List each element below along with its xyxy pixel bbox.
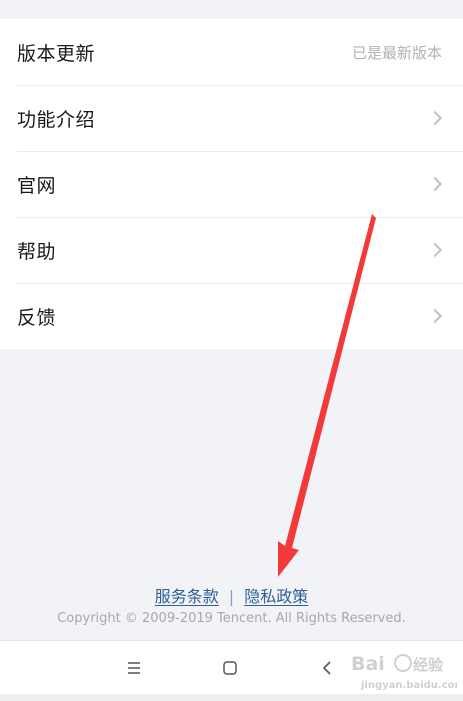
bottom-edge-strip bbox=[0, 694, 463, 701]
chevron-right-icon bbox=[427, 176, 443, 192]
svg-text:Bai: Bai bbox=[351, 653, 385, 675]
top-gap bbox=[0, 0, 463, 19]
copyright-text: Copyright © 2009-2019 Tencent. All Right… bbox=[57, 611, 406, 626]
menu-item-help[interactable]: 帮助 bbox=[0, 217, 463, 283]
svg-text:经验: 经验 bbox=[413, 656, 444, 674]
menu-item-features[interactable]: 功能介绍 bbox=[0, 85, 463, 151]
home-icon[interactable] bbox=[221, 659, 239, 677]
menu-item-label: 官网 bbox=[17, 174, 57, 197]
menu-icon[interactable] bbox=[125, 659, 143, 677]
settings-menu: 版本更新 已是最新版本 功能介绍 官网 帮助 反馈 bbox=[0, 19, 463, 349]
menu-item-label: 功能介绍 bbox=[17, 108, 96, 131]
chevron-right-icon bbox=[427, 110, 443, 126]
menu-item-version-update[interactable]: 版本更新 已是最新版本 bbox=[0, 19, 463, 85]
menu-item-label: 帮助 bbox=[17, 240, 57, 263]
footer-links: 服务条款 | 隐私政策 bbox=[0, 583, 463, 607]
chevron-right-icon bbox=[427, 308, 443, 324]
svg-text:jingyan.baidu.com: jingyan.baidu.com bbox=[360, 680, 457, 691]
menu-item-feedback[interactable]: 反馈 bbox=[0, 283, 463, 349]
watermark-graphic: Bai 经验 jingyan.baidu.com bbox=[351, 653, 463, 691]
menu-item-website[interactable]: 官网 bbox=[0, 151, 463, 217]
version-status-text: 已是最新版本 bbox=[351, 43, 442, 62]
link-separator: | bbox=[228, 587, 235, 606]
watermark-logo: Bai 经验 jingyan.baidu.com bbox=[347, 648, 463, 694]
menu-item-label: 反馈 bbox=[17, 306, 57, 329]
terms-of-service-link[interactable]: 服务条款 bbox=[155, 587, 219, 606]
menu-item-label: 版本更新 bbox=[17, 42, 96, 65]
chevron-right-icon bbox=[427, 242, 443, 258]
back-icon[interactable] bbox=[318, 659, 336, 677]
privacy-policy-link[interactable]: 隐私政策 bbox=[244, 587, 308, 606]
